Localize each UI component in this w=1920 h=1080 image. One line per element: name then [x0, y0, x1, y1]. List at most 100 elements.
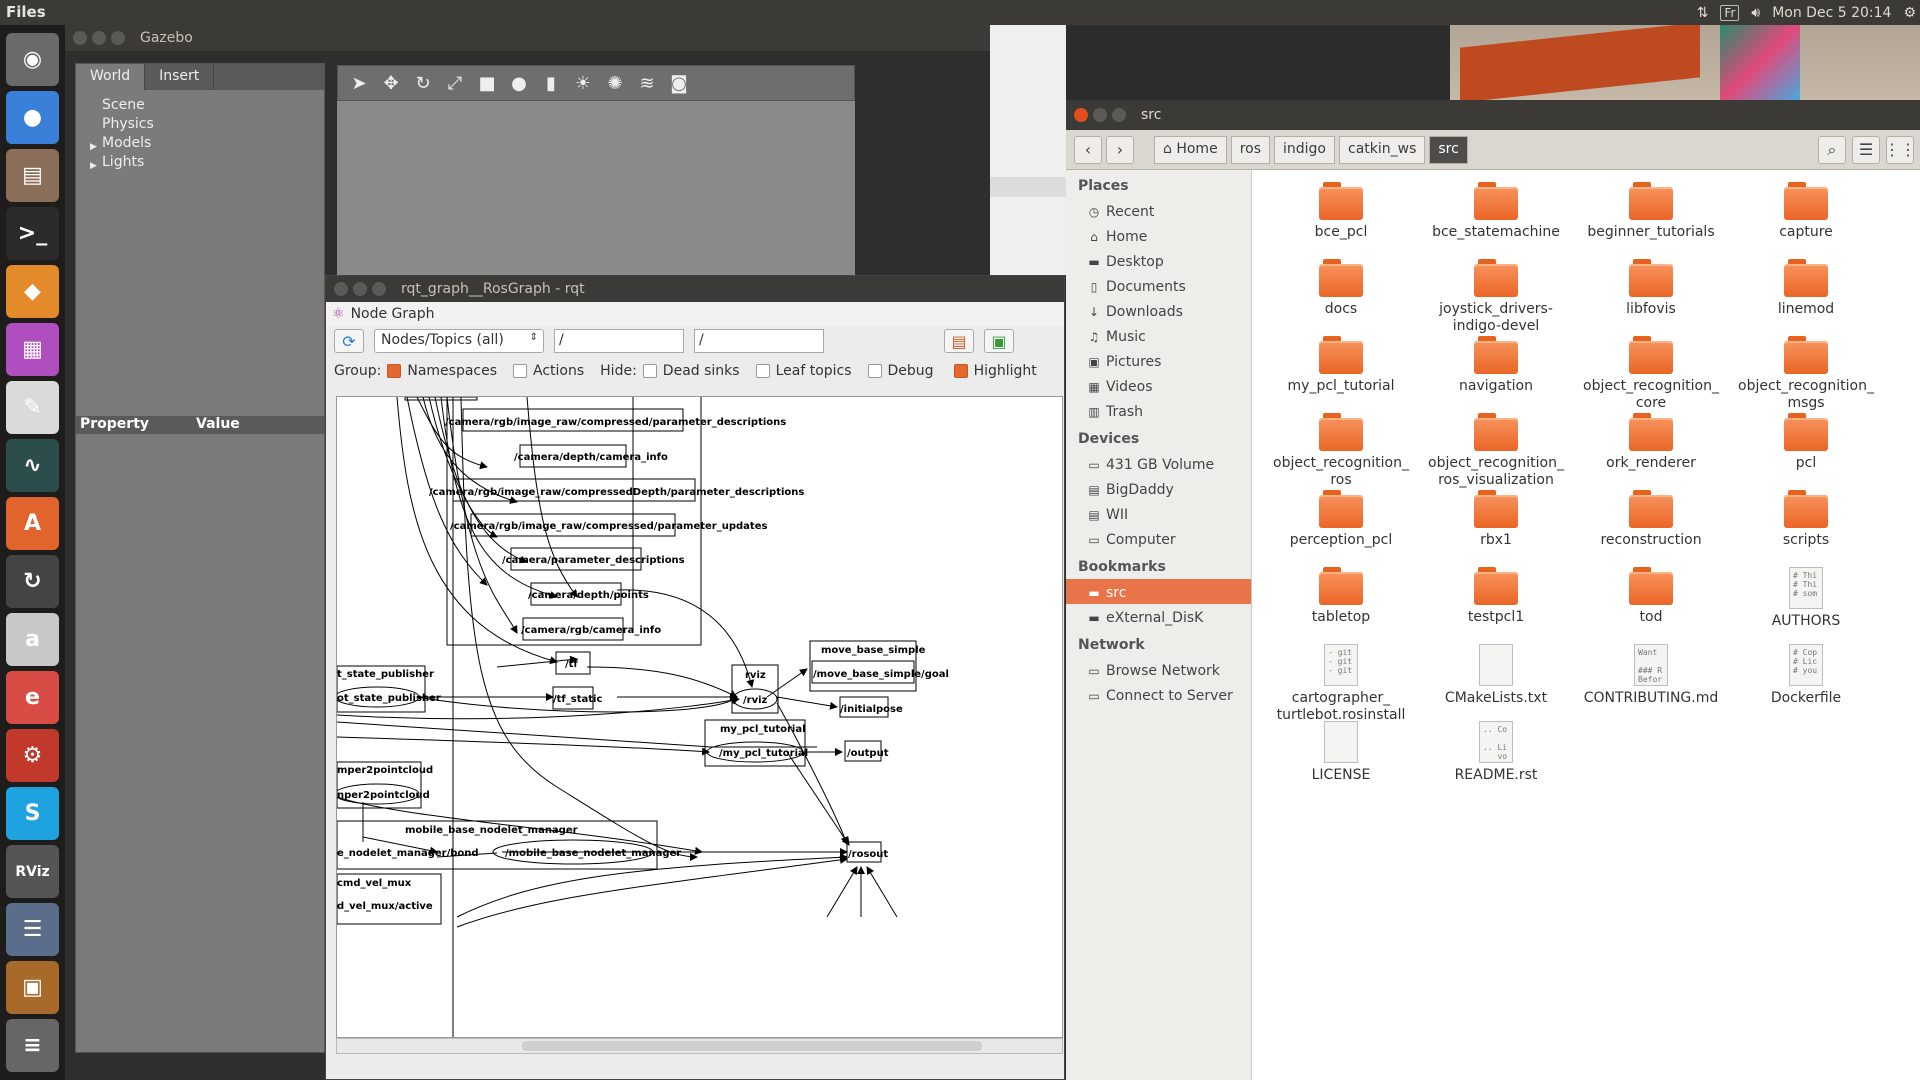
folder-item[interactable]: beginner_tutorials: [1576, 182, 1726, 241]
sidebar-item-trash[interactable]: ▥ Trash: [1066, 398, 1251, 423]
sidebar-item-home[interactable]: ⌂ Home: [1066, 223, 1251, 248]
close-icon[interactable]: [73, 31, 87, 45]
file-item[interactable]: Want ### R Befor CONTRIBUTING.md: [1576, 644, 1726, 707]
breadcrumb-ros[interactable]: ros: [1230, 135, 1270, 164]
launcher-system-monitor-icon[interactable]: ∿: [6, 439, 59, 492]
grid-view-button[interactable]: ⋮⋮: [1884, 135, 1916, 164]
launcher-stack2-icon[interactable]: ▣: [6, 961, 59, 1014]
rqt-title-bar[interactable]: rqt_graph__RosGraph - rqt: [326, 276, 1064, 302]
close-icon[interactable]: [1074, 108, 1088, 122]
directional-light-icon[interactable]: ≋: [636, 72, 658, 94]
launcher-skype-icon[interactable]: S: [6, 787, 59, 840]
launcher-updater-icon[interactable]: ↻: [6, 555, 59, 608]
file-item[interactable]: - git - git - git cartographer_ turtlebot…: [1266, 644, 1416, 724]
folder-item[interactable]: object_recognition_ ros_visualization: [1421, 413, 1571, 489]
sidebar-item-music[interactable]: ♫ Music: [1066, 323, 1251, 348]
launcher-rviz-icon[interactable]: RViz: [6, 845, 59, 898]
graph-label[interactable]: /camera/depth/camera_info: [514, 452, 668, 463]
sidebar-item-documents[interactable]: ▯ Documents: [1066, 273, 1251, 298]
gear-icon[interactable]: ⚙: [1903, 5, 1916, 21]
menu-button[interactable]: ☰: [1852, 135, 1880, 164]
folder-item[interactable]: object_recognition_ ros: [1266, 413, 1416, 489]
minimize-icon[interactable]: [1093, 108, 1107, 122]
scrollbar-thumb[interactable]: [522, 1041, 982, 1051]
folder-item[interactable]: tabletop: [1266, 567, 1416, 626]
graph-label[interactable]: d_vel_mux/active: [337, 901, 433, 912]
launcher-evince-icon[interactable]: e: [6, 671, 59, 724]
point-light-icon[interactable]: ☀: [572, 72, 594, 94]
gazebo-3d-view[interactable]: [337, 101, 855, 301]
search-button[interactable]: ⌕: [1818, 135, 1846, 164]
folder-item[interactable]: object_recognition_ core: [1576, 336, 1726, 412]
folder-item[interactable]: pcl: [1731, 413, 1881, 472]
ros-graph-svg[interactable]: /camera/rgb/image_raw/compressed/paramet…: [337, 397, 1063, 1038]
folder-item[interactable]: object_recognition_ msgs: [1731, 336, 1881, 412]
network-icon[interactable]: ⇅: [1697, 5, 1709, 21]
breadcrumb-indigo[interactable]: indigo: [1274, 135, 1335, 164]
folder-item[interactable]: tod: [1576, 567, 1726, 626]
sidebar-item-browse-network[interactable]: ▭ Browse Network: [1066, 657, 1251, 682]
expand-arrow-icon[interactable]: ▶: [90, 157, 97, 176]
folder-item[interactable]: libfovis: [1576, 259, 1726, 318]
folder-item[interactable]: my_pcl_tutorial: [1266, 336, 1416, 395]
debug-checkbox[interactable]: [867, 364, 882, 378]
sidebar-item-wii[interactable]: ▤ WII: [1066, 501, 1251, 526]
rotate-icon[interactable]: ↻: [412, 72, 434, 94]
gazebo-title-bar[interactable]: Gazebo: [65, 25, 990, 51]
sidebar-item-videos[interactable]: ▦ Videos: [1066, 373, 1251, 398]
highlight-checkbox[interactable]: [953, 364, 968, 378]
folder-item[interactable]: joystick_drivers- indigo-devel: [1421, 259, 1571, 335]
expand-arrow-icon[interactable]: ▶: [90, 138, 97, 157]
sidebar-item-src[interactable]: ▬ src: [1066, 579, 1251, 604]
scale-icon[interactable]: ⤢: [444, 72, 466, 94]
graph-label[interactable]: ot_state_publisher: [337, 693, 441, 704]
minimize-icon[interactable]: [92, 31, 106, 45]
save-image-button[interactable]: ▣: [984, 329, 1014, 353]
launcher-workspaces-icon[interactable]: ▦: [6, 323, 59, 376]
sidebar-item-connect-to-server[interactable]: ▭ Connect to Server: [1066, 682, 1251, 707]
refresh-button[interactable]: ⟳: [334, 329, 364, 353]
tree-item-scene[interactable]: Scene: [102, 96, 324, 115]
graph-label[interactable]: /output: [847, 748, 889, 759]
folder-item[interactable]: reconstruction: [1576, 490, 1726, 549]
spot-light-icon[interactable]: ✺: [604, 72, 626, 94]
ros-graph-canvas[interactable]: /camera/rgb/image_raw/compressed/paramet…: [336, 396, 1063, 1038]
graph-label[interactable]: /camera/parameter_descriptions: [502, 555, 685, 566]
select-arrow-icon[interactable]: ➤: [348, 72, 370, 94]
launcher-stack-icon[interactable]: ☰: [6, 903, 59, 956]
maximize-icon[interactable]: [1112, 108, 1126, 122]
graph-label[interactable]: e_nodelet_manager/bond: [337, 848, 479, 859]
launcher-chrome-icon[interactable]: ●: [6, 91, 59, 144]
folder-item[interactable]: bce_pcl: [1266, 182, 1416, 241]
close-icon[interactable]: [334, 282, 348, 296]
graph-label[interactable]: /camera/depth/points: [528, 590, 649, 601]
folder-item[interactable]: linemod: [1731, 259, 1881, 318]
graph-type-select[interactable]: Nodes/Topics (all) ⇕: [374, 329, 544, 353]
leaf-topics-checkbox[interactable]: [755, 364, 770, 378]
graph-label[interactable]: /rviz: [743, 695, 768, 706]
file-item[interactable]: # Cop # Lic # you Dockerfile: [1731, 644, 1881, 707]
graph-label[interactable]: /camera/rgb/image_raw/compressedDepth/pa…: [429, 487, 804, 498]
folder-item[interactable]: perception_pcl: [1266, 490, 1416, 549]
maximize-icon[interactable]: [111, 31, 125, 45]
horizontal-scrollbar[interactable]: [336, 1038, 1063, 1054]
launcher-sublime-icon[interactable]: ◆: [6, 265, 59, 318]
folder-item[interactable]: docs: [1266, 259, 1416, 318]
graph-label[interactable]: /initialpose: [840, 704, 903, 715]
launcher-files-icon[interactable]: ▤: [6, 149, 59, 202]
maximize-icon[interactable]: [372, 282, 386, 296]
graph-label[interactable]: /my_pcl_tutorial: [719, 748, 808, 759]
files-title-bar[interactable]: src: [1066, 100, 1920, 130]
file-item[interactable]: .. Co .. Li vo README.rst: [1421, 721, 1571, 784]
topic-filter-input[interactable]: /: [694, 329, 824, 353]
launcher-software-icon[interactable]: A: [6, 497, 59, 550]
tree-item-lights[interactable]: ▶ Lights: [90, 153, 324, 172]
translate-icon[interactable]: ✥: [380, 72, 402, 94]
sidebar-item-431-gb-volume[interactable]: ▭ 431 GB Volume: [1066, 451, 1251, 476]
sidebar-item-recent[interactable]: ◷ Recent: [1066, 198, 1251, 223]
sidebar-item-bigdaddy[interactable]: ▤ BigDaddy: [1066, 476, 1251, 501]
graph-label[interactable]: /move_base_simple/goal: [813, 669, 949, 680]
graph-label[interactable]: /camera/rgb/camera_info: [521, 625, 661, 636]
folder-item[interactable]: bce_statemachine: [1421, 182, 1571, 241]
launcher-amazon-icon[interactable]: a: [6, 613, 59, 666]
